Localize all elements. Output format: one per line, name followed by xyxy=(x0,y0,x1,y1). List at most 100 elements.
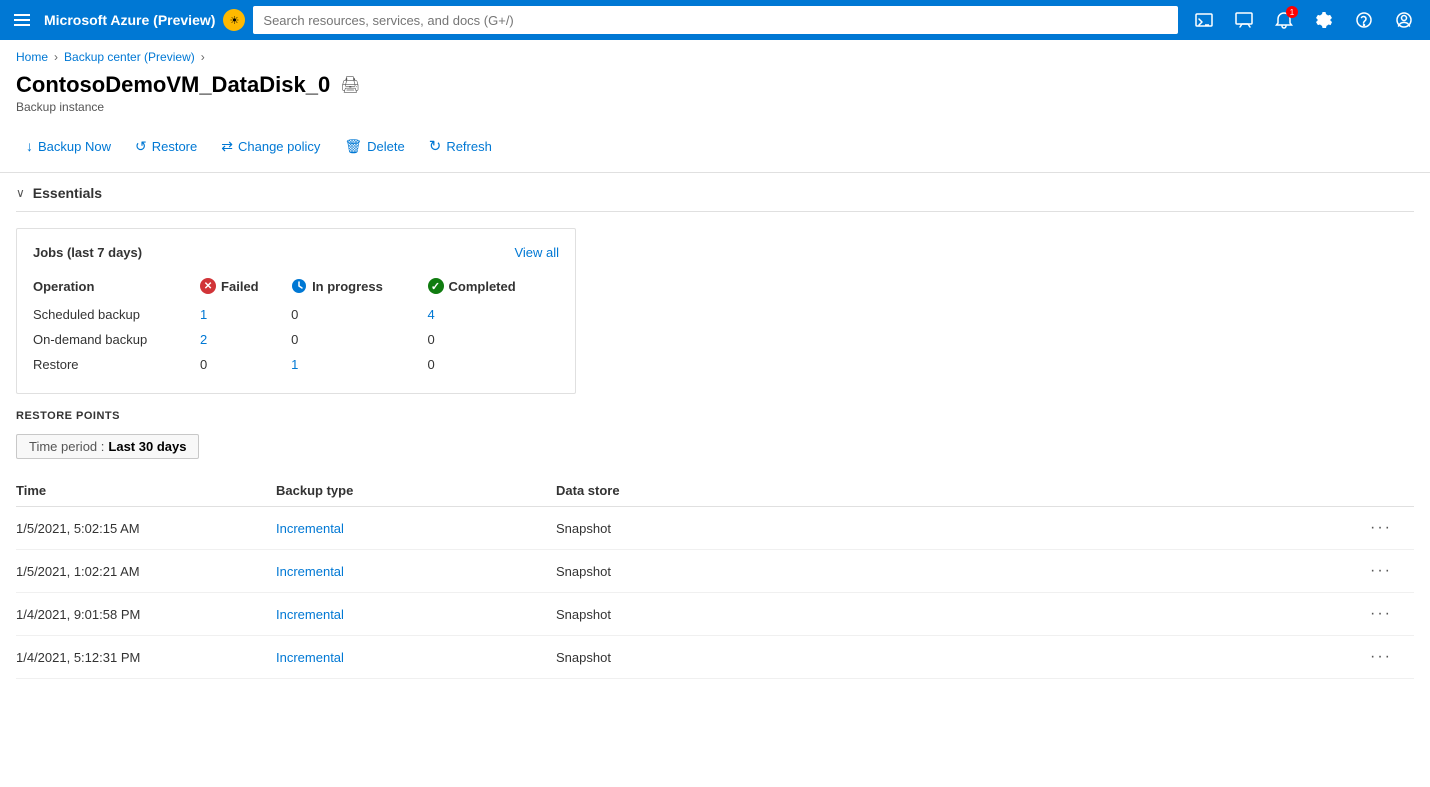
change-policy-button[interactable]: ⇄ Change policy xyxy=(211,133,330,160)
rp-backup-type-cell[interactable]: Incremental xyxy=(276,507,556,550)
page-title-row: ContosoDemoVM_DataDisk_0 🖨 xyxy=(16,72,361,98)
col-failed: ✕ Failed xyxy=(200,272,291,302)
breadcrumb-sep-2: › xyxy=(201,50,205,64)
rp-time-cell: 1/5/2021, 1:02:21 AM xyxy=(16,550,276,593)
rp-time-cell: 1/5/2021, 5:02:15 AM xyxy=(16,507,276,550)
page-title: ContosoDemoVM_DataDisk_0 xyxy=(16,72,330,98)
rp-actions-cell: ··· xyxy=(836,507,1414,550)
hamburger-menu-icon[interactable] xyxy=(8,6,36,34)
refresh-button[interactable]: ↻ Refresh xyxy=(419,132,502,160)
topbar-badge-icon: ☀ xyxy=(223,9,245,31)
delete-label: Delete xyxy=(367,139,405,154)
cloud-shell-icon[interactable] xyxy=(1186,2,1222,38)
restore-icon: ↺ xyxy=(135,138,147,155)
backup-now-icon: ↓ xyxy=(26,138,33,154)
backup-now-button[interactable]: ↓ Backup Now xyxy=(16,133,121,159)
jobs-table: Operation ✕ Failed In xyxy=(33,272,559,377)
restore-button[interactable]: ↺ Restore xyxy=(125,133,207,160)
completed-icon: ✓ xyxy=(428,278,444,294)
feedback-icon[interactable] xyxy=(1226,2,1262,38)
jobs-table-row: Restore010 xyxy=(33,352,559,377)
jobs-failed-cell: 0 xyxy=(200,352,291,377)
jobs-inprogress-cell: 1 xyxy=(291,352,427,377)
rp-backup-type-cell[interactable]: Incremental xyxy=(276,550,556,593)
breadcrumb-sep-1: › xyxy=(54,50,58,64)
failed-icon: ✕ xyxy=(200,278,216,294)
jobs-table-row: On-demand backup200 xyxy=(33,327,559,352)
jobs-table-row: Scheduled backup104 xyxy=(33,302,559,327)
rp-actions-cell: ··· xyxy=(836,636,1414,679)
page-subtitle: Backup instance xyxy=(16,100,104,114)
essentials-section-header[interactable]: ∨ Essentials xyxy=(16,173,1414,212)
inprogress-icon xyxy=(291,278,307,294)
essentials-label: Essentials xyxy=(33,185,102,201)
jobs-operation-cell: Restore xyxy=(33,352,200,377)
restore-point-row: 1/4/2021, 9:01:58 PMIncrementalSnapshot ·… xyxy=(16,593,1414,636)
restore-point-row: 1/4/2021, 5:12:31 PMIncrementalSnapshot ·… xyxy=(16,636,1414,679)
refresh-icon: ↻ xyxy=(429,137,442,155)
restore-label: Restore xyxy=(152,139,198,154)
jobs-card-title: Jobs (last 7 days) xyxy=(33,245,142,260)
restore-points-table: Time Backup type Data store 1/5/2021, 5:… xyxy=(16,475,1414,679)
filter-value: Last 30 days xyxy=(108,439,186,454)
refresh-label: Refresh xyxy=(446,139,492,154)
filter-label: Time period : xyxy=(29,439,104,454)
col-completed: ✓ Completed xyxy=(428,272,560,302)
account-icon[interactable] xyxy=(1386,2,1422,38)
restore-points-section-label: RESTORE POINTS xyxy=(16,410,1414,422)
rp-col-actions xyxy=(836,475,1414,507)
rp-actions-cell: ··· xyxy=(836,550,1414,593)
essentials-toggle-icon: ∨ xyxy=(16,186,25,200)
breadcrumb: Home › Backup center (Preview) › xyxy=(0,40,1430,68)
topbar-icons: 1 xyxy=(1186,2,1422,38)
backup-now-label: Backup Now xyxy=(38,139,111,154)
rp-ellipsis-button[interactable]: ··· xyxy=(1364,517,1398,539)
topbar: Microsoft Azure (Preview) ☀ 1 xyxy=(0,0,1430,40)
jobs-completed-cell: 0 xyxy=(428,352,560,377)
rp-ellipsis-button[interactable]: ··· xyxy=(1364,646,1398,668)
help-icon[interactable] xyxy=(1346,2,1382,38)
jobs-inprogress-cell: 0 xyxy=(291,302,427,327)
jobs-failed-cell: 1 xyxy=(200,302,291,327)
restore-point-row: 1/5/2021, 1:02:21 AMIncrementalSnapshot ·… xyxy=(16,550,1414,593)
col-operation: Operation xyxy=(33,272,200,302)
toolbar: ↓ Backup Now ↺ Restore ⇄ Change policy 🗑… xyxy=(0,124,1430,173)
notification-badge: 1 xyxy=(1286,6,1298,18)
print-icon[interactable]: 🖨 xyxy=(340,75,360,95)
time-period-filter[interactable]: Time period : Last 30 days xyxy=(16,434,199,459)
jobs-failed-cell: 2 xyxy=(200,327,291,352)
jobs-card: Jobs (last 7 days) View all Operation ✕ … xyxy=(16,228,576,394)
view-all-link[interactable]: View all xyxy=(514,245,559,260)
notifications-icon[interactable]: 1 xyxy=(1266,2,1302,38)
rp-col-data-store: Data store xyxy=(556,475,836,507)
rp-data-store-cell: Snapshot xyxy=(556,507,836,550)
rp-backup-type-cell[interactable]: Incremental xyxy=(276,636,556,679)
main-content: ∨ Essentials Jobs (last 7 days) View all… xyxy=(0,173,1430,679)
page-header: ContosoDemoVM_DataDisk_0 🖨 Backup instan… xyxy=(0,68,1430,124)
rp-backup-type-cell[interactable]: Incremental xyxy=(276,593,556,636)
rp-col-time: Time xyxy=(16,475,276,507)
restore-point-row: 1/5/2021, 5:02:15 AMIncrementalSnapshot ·… xyxy=(16,507,1414,550)
change-policy-label: Change policy xyxy=(238,139,320,154)
jobs-operation-cell: Scheduled backup xyxy=(33,302,200,327)
rp-data-store-cell: Snapshot xyxy=(556,550,836,593)
rp-col-backup-type: Backup type xyxy=(276,475,556,507)
rp-data-store-cell: Snapshot xyxy=(556,636,836,679)
rp-time-cell: 1/4/2021, 9:01:58 PM xyxy=(16,593,276,636)
jobs-completed-cell: 0 xyxy=(428,327,560,352)
search-input[interactable] xyxy=(253,6,1178,34)
breadcrumb-backup-center[interactable]: Backup center (Preview) xyxy=(64,50,195,64)
rp-data-store-cell: Snapshot xyxy=(556,593,836,636)
rp-time-cell: 1/4/2021, 5:12:31 PM xyxy=(16,636,276,679)
settings-icon[interactable] xyxy=(1306,2,1342,38)
col-inprogress: In progress xyxy=(291,272,427,302)
jobs-inprogress-cell: 0 xyxy=(291,327,427,352)
rp-ellipsis-button[interactable]: ··· xyxy=(1364,560,1398,582)
rp-actions-cell: ··· xyxy=(836,593,1414,636)
delete-icon: 🗑 xyxy=(344,138,362,155)
breadcrumb-home[interactable]: Home xyxy=(16,50,48,64)
jobs-card-header: Jobs (last 7 days) View all xyxy=(33,245,559,260)
delete-button[interactable]: 🗑 Delete xyxy=(334,133,414,160)
rp-ellipsis-button[interactable]: ··· xyxy=(1364,603,1398,625)
jobs-completed-cell: 4 xyxy=(428,302,560,327)
